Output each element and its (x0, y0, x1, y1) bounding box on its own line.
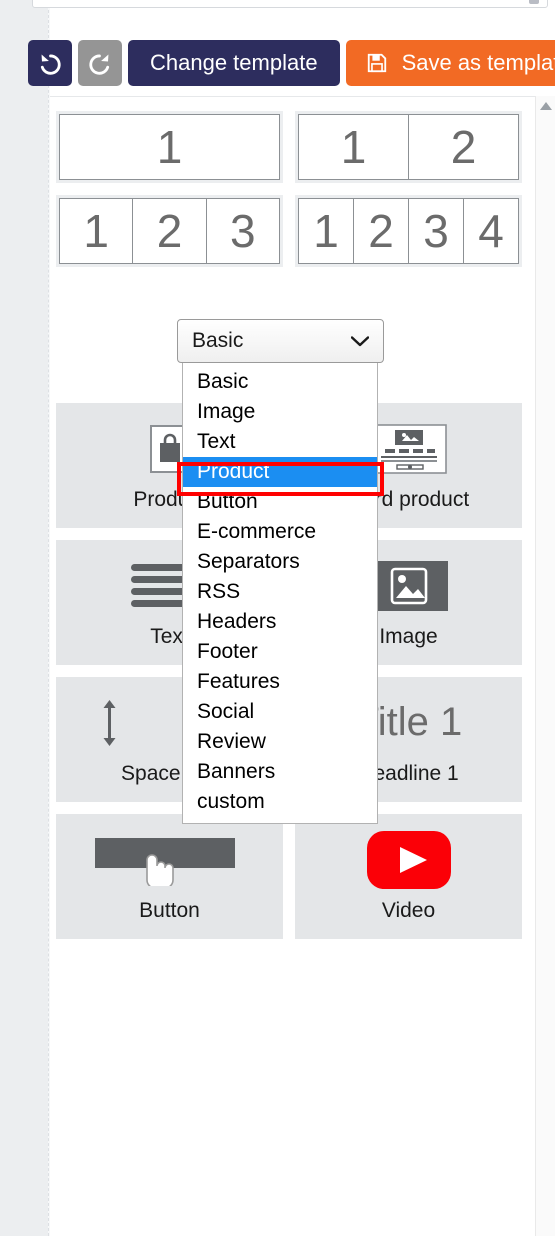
floppy-disk-icon (367, 53, 386, 73)
widget-label: Button (139, 898, 200, 922)
undo-button[interactable] (28, 40, 72, 86)
widget-category-option-list[interactable]: Basic Image Text Product Button E-commer… (182, 363, 378, 824)
template-cell-label: 3 (230, 205, 256, 257)
template-option-one-column[interactable]: 1 (50, 105, 289, 189)
category-option-e-commerce[interactable]: E-commerce (183, 517, 377, 547)
category-option-banners[interactable]: Banners (183, 757, 377, 787)
scroll-up-arrow-icon[interactable] (540, 102, 552, 110)
chevron-down-icon (351, 335, 369, 346)
widget-category-selected-value: Basic (192, 329, 244, 352)
widget-label: Image (379, 624, 438, 648)
category-option-basic[interactable]: Basic (183, 367, 377, 397)
widget-card-button[interactable]: Button (50, 808, 289, 945)
template-option-three-column[interactable]: 1 2 3 (50, 189, 289, 273)
category-option-rss[interactable]: RSS (183, 577, 377, 607)
category-option-product[interactable]: Product (183, 457, 377, 487)
template-cell-label: 4 (478, 205, 504, 257)
input-resize-handle-icon[interactable] (529, 0, 539, 4)
page-gutter (0, 0, 48, 1236)
template-option-two-column[interactable]: 1 2 (289, 105, 528, 189)
widget-card-video[interactable]: Video (289, 808, 528, 945)
redo-icon (89, 54, 110, 75)
widget-label: Video (381, 898, 436, 922)
template-cell-label: 1 (299, 199, 354, 263)
template-cell-label: 3 (409, 199, 464, 263)
top-text-input[interactable] (32, 0, 548, 8)
category-option-button[interactable]: Button (183, 487, 377, 517)
redo-button[interactable] (78, 40, 122, 86)
category-option-custom[interactable]: custom (183, 787, 377, 817)
undo-icon (40, 54, 61, 75)
template-cell-label: 2 (133, 199, 207, 263)
widget-category-dropdown[interactable]: Basic Basic Image Text Product Button E-… (177, 319, 384, 824)
category-option-footer[interactable]: Footer (183, 637, 377, 667)
template-option-four-column[interactable]: 1 2 3 4 (289, 189, 528, 273)
template-cell-label: 1 (156, 121, 183, 173)
category-option-image[interactable]: Image (183, 397, 377, 427)
widget-category-select[interactable]: Basic (177, 319, 384, 363)
template-cell-label: 1 (299, 115, 409, 179)
editor-toolbar: Change template Save as template (28, 40, 555, 86)
category-option-separators[interactable]: Separators (183, 547, 377, 577)
editor-panel-root: Change template Save as template 1 1 2 1… (0, 0, 555, 1236)
save-as-template-label: Save as template (401, 50, 555, 75)
category-option-review[interactable]: Review (183, 727, 377, 757)
category-option-text[interactable]: Text (183, 427, 377, 457)
panel-scrollbar[interactable] (535, 96, 555, 1236)
button-cursor-icon (94, 831, 245, 889)
widgets-panel: 1 1 2 1 2 3 1 2 3 4 Product Card product… (50, 96, 555, 1236)
category-option-social[interactable]: Social (183, 697, 377, 727)
save-as-template-button[interactable]: Save as template (345, 40, 555, 86)
youtube-play-icon (366, 830, 451, 889)
template-layout-grid: 1 1 2 1 2 3 1 2 3 4 (50, 105, 528, 273)
category-option-features[interactable]: Features (183, 667, 377, 697)
template-cell-label: 2 (450, 121, 477, 173)
change-template-label: Change template (150, 50, 318, 75)
template-cell-label: 2 (354, 199, 409, 263)
template-cell-label: 1 (60, 199, 134, 263)
category-option-headers[interactable]: Headers (183, 607, 377, 637)
change-template-button[interactable]: Change template (128, 40, 340, 86)
